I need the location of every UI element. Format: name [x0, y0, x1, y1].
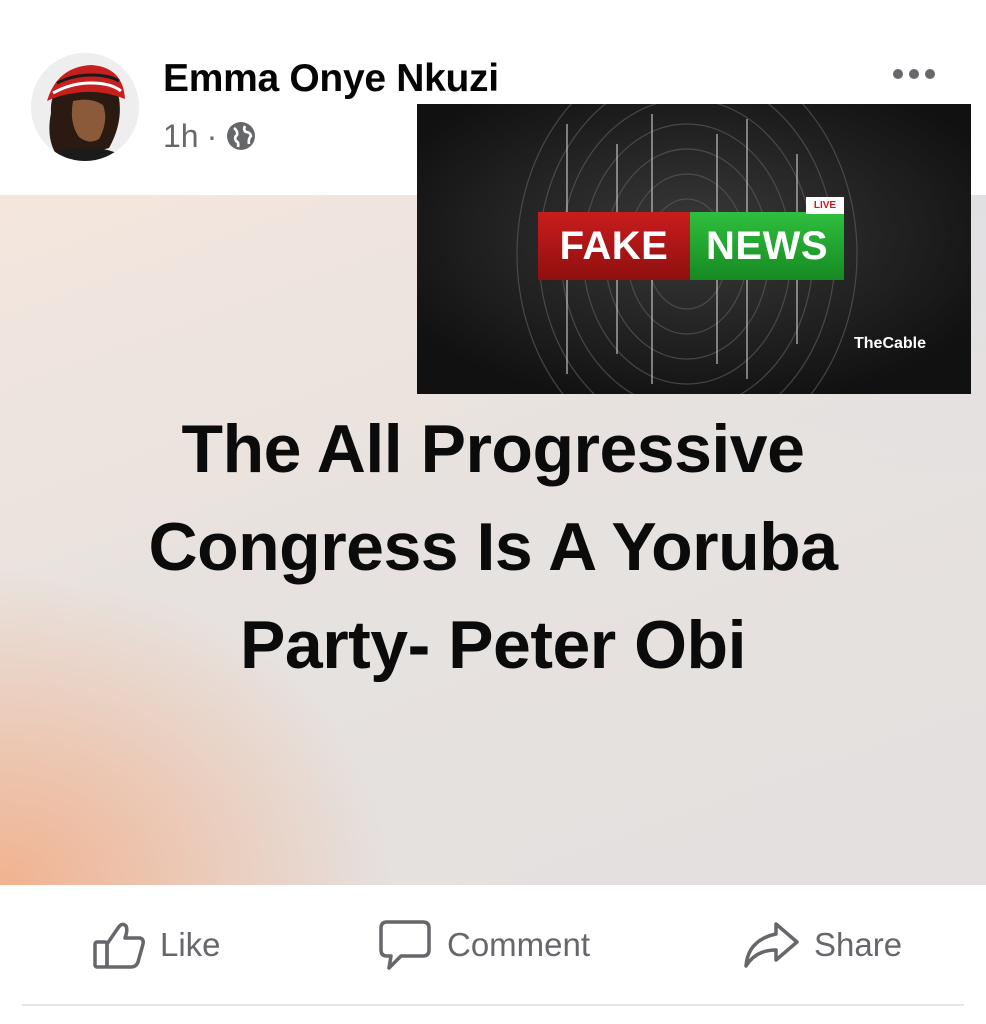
comment-bubble-icon [379, 920, 431, 970]
meta-separator: · [206, 117, 218, 154]
share-button[interactable]: Share [742, 915, 902, 975]
author-name[interactable]: Emma Onye Nkuzi [163, 57, 499, 101]
more-options-button[interactable] [884, 56, 944, 92]
thumbs-up-icon [93, 922, 145, 969]
share-arrow-icon [744, 922, 799, 968]
more-dots-icon [893, 69, 935, 79]
headline-line: Party- Peter Obi [240, 607, 746, 683]
comment-label: Comment [447, 926, 591, 963]
news-badge: NEWS [690, 212, 844, 280]
headline-line: Congress Is A Yoruba [148, 509, 838, 585]
fake-badge: FAKE [538, 212, 690, 280]
like-label: Like [160, 926, 221, 963]
avatar[interactable] [31, 53, 139, 161]
globe-icon [225, 120, 257, 152]
headline-line: The All Progressive [181, 411, 805, 487]
like-button[interactable]: Like [92, 915, 221, 975]
divider [22, 1004, 964, 1006]
post-time[interactable]: 1h [163, 118, 199, 155]
live-badge: LIVE [806, 197, 844, 214]
thecable-logo: TheCable [854, 335, 927, 352]
facebook-post: Emma Onye Nkuzi 1h · The All Progressive [0, 0, 986, 1024]
post-meta: 1h · [163, 116, 257, 156]
post-headline: The All Progressive Congress Is A Yoruba… [0, 400, 986, 694]
post-action-bar: Like Comment Share [0, 885, 986, 1005]
share-label: Share [814, 926, 903, 963]
comment-button[interactable]: Comment [377, 915, 590, 975]
